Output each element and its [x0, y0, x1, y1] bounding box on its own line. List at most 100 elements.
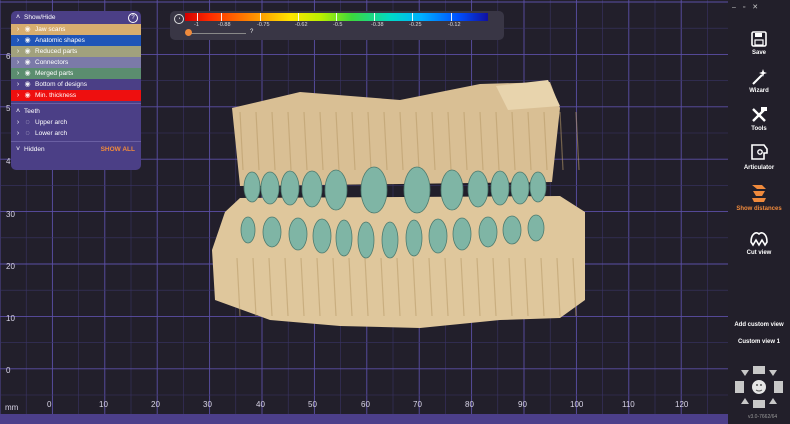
head-icon: [752, 380, 766, 394]
x-tick-label: 60: [361, 400, 370, 409]
show-hide-title: Show/Hide: [24, 14, 56, 21]
chevron-right-icon[interactable]: ›: [14, 79, 22, 90]
teeth-header[interactable]: ˄ Teeth: [11, 106, 141, 117]
slider-help[interactable]: ?: [250, 29, 253, 35]
arch-label: Lower arch: [35, 130, 68, 137]
x-tick-label: 80: [465, 400, 474, 409]
cut-view-button[interactable]: Cut view: [728, 228, 790, 256]
y-tick-label: 30: [6, 210, 15, 219]
help-icon[interactable]: ?: [128, 13, 138, 23]
lower-tooth: [240, 216, 256, 244]
x-tick-label: 50: [308, 400, 317, 409]
tools-button[interactable]: Tools: [728, 106, 790, 132]
scale-tick: [374, 13, 375, 21]
layer-label: Reduced parts: [35, 48, 78, 55]
magic-wand-icon: [752, 69, 767, 85]
show-hide-header[interactable]: ˄ Show/Hide ?: [11, 11, 141, 24]
show-all-button[interactable]: SHOW ALL: [101, 144, 135, 155]
chevron-right-icon[interactable]: ›: [14, 35, 22, 46]
y-tick-label: 0: [6, 366, 11, 375]
window-controls[interactable]: – ▫ ✕: [732, 3, 758, 11]
scale-tick-label: -0.5: [333, 22, 343, 28]
teeth-header-label: Teeth: [24, 108, 40, 115]
visibility-eye-icon[interactable]: ◉: [22, 68, 33, 79]
lower-tooth: [357, 221, 375, 259]
chevron-right-icon[interactable]: ›: [14, 46, 22, 57]
distance-scale-panel: ◔ -1 -0.88 -0.75 -0.62 -0.5 -0.38 -0.25 -0.12 ?: [170, 11, 504, 40]
scale-tick-label: -0.12: [448, 22, 461, 28]
x-tick-label: 20: [151, 400, 160, 409]
lower-tooth: [381, 221, 399, 259]
scale-tick: [451, 13, 452, 21]
view-top-left-icon: [741, 370, 749, 376]
arch-row[interactable]: › ◌ Upper arch: [11, 117, 141, 128]
layer-row[interactable]: › ◉ Anatomic shapes: [11, 35, 141, 46]
layer-row[interactable]: › ◉ Bottom of designs: [11, 79, 141, 90]
custom-view-1-button[interactable]: Custom view 1: [728, 339, 790, 345]
upper-tooth: [324, 169, 348, 211]
view-top-right-icon: [769, 370, 777, 376]
visibility-eye-icon[interactable]: ◌: [22, 117, 33, 128]
chevron-right-icon[interactable]: ›: [14, 57, 22, 68]
chevron-right-icon[interactable]: ›: [14, 90, 22, 101]
layer-row[interactable]: › ◉ Min. thickness: [11, 90, 141, 101]
arch-row[interactable]: › ◌ Lower arch: [11, 128, 141, 139]
scale-tick: [412, 13, 413, 21]
view-navigation-widget[interactable]: [733, 364, 785, 410]
view-top-icon: [753, 366, 765, 374]
layer-row[interactable]: › ◉ Jaw scans: [11, 24, 141, 35]
gauge-icon[interactable]: ◔: [174, 14, 184, 24]
show-distances-label: Show distances: [736, 206, 782, 212]
add-custom-view-button[interactable]: Add custom view: [728, 322, 790, 328]
layer-row[interactable]: › ◉ Merged parts: [11, 68, 141, 79]
lower-tooth: [452, 217, 472, 251]
layer-label: Anatomic shapes: [35, 37, 85, 44]
chevron-right-icon[interactable]: ›: [14, 128, 22, 139]
upper-tooth: [490, 170, 510, 206]
articulator-button[interactable]: Articulator: [728, 143, 790, 171]
upper-tooth: [301, 170, 323, 208]
upper-tooth: [403, 166, 431, 214]
teeth-list: › ◌ Upper arch › ◌ Lower arch: [11, 117, 141, 139]
upper-tooth: [260, 171, 280, 205]
visibility-eye-icon[interactable]: ◌: [22, 128, 33, 139]
chevron-up-icon: ˄: [15, 108, 21, 115]
threshold-slider-track[interactable]: [186, 33, 246, 34]
visibility-eye-icon[interactable]: ◉: [22, 79, 33, 90]
lower-tooth: [428, 218, 448, 254]
y-tick-label: 10: [6, 314, 15, 323]
visibility-eye-icon[interactable]: ◉: [22, 46, 33, 57]
visibility-eye-icon[interactable]: ◉: [22, 57, 33, 68]
threshold-slider-thumb[interactable]: [185, 29, 192, 36]
3d-viewport[interactable]: mm 0 10 20 30 40 50 60 70 80 90 100 110 120 0 10 20 30 4 5 6…: [0, 0, 728, 424]
visibility-eye-icon[interactable]: ◉: [22, 35, 33, 46]
dental-model[interactable]: [212, 80, 585, 328]
distances-icon: [752, 185, 766, 202]
divider: [11, 141, 141, 142]
visibility-eye-icon[interactable]: ◉: [22, 24, 33, 35]
show-distances-button[interactable]: Show distances: [728, 182, 790, 212]
lower-jaw-scan: [212, 196, 585, 328]
chevron-right-icon[interactable]: ›: [14, 117, 22, 128]
chevron-right-icon[interactable]: ›: [14, 68, 22, 79]
wizard-button[interactable]: Wizard: [728, 68, 790, 94]
layer-label: Min. thickness: [35, 92, 77, 99]
visibility-eye-icon[interactable]: ◉: [22, 90, 33, 101]
x-tick-label: 90: [518, 400, 527, 409]
view-right-icon: [774, 381, 783, 393]
scale-tick: [221, 13, 222, 21]
layer-row[interactable]: › ◉ Reduced parts: [11, 46, 141, 57]
view-bottom-right-icon: [769, 398, 777, 404]
scale-tick-label: -0.88: [218, 22, 231, 28]
view-left-icon: [735, 381, 744, 393]
view-bottom-icon: [753, 400, 765, 408]
hidden-header[interactable]: ˅ Hidden SHOW ALL: [11, 144, 141, 155]
layer-label: Connectors: [35, 59, 69, 66]
wrench-hammer-icon: [752, 107, 767, 122]
upper-tooth: [529, 171, 547, 203]
tooth-cut-icon: [750, 232, 768, 247]
layer-row[interactable]: › ◉ Connectors: [11, 57, 141, 68]
chevron-right-icon[interactable]: ›: [14, 24, 22, 35]
x-tick-label: 110: [622, 400, 635, 409]
save-button[interactable]: Save: [728, 30, 790, 56]
